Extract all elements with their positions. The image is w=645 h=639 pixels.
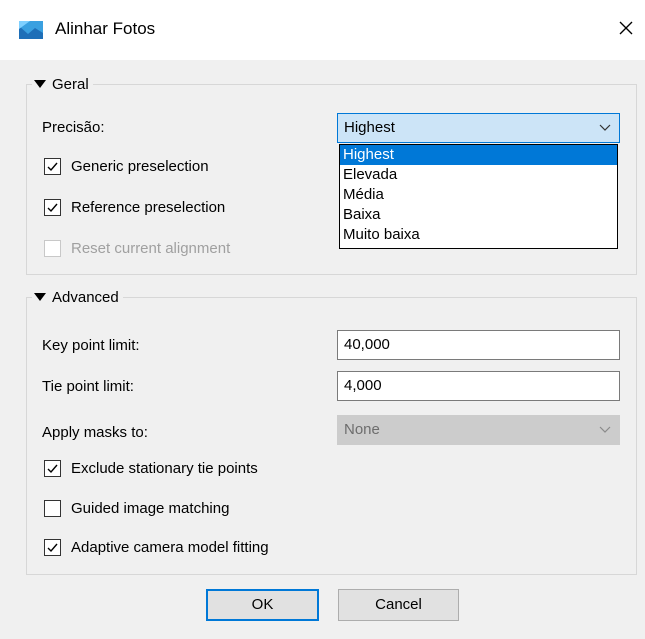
adaptive-fitting-checkbox[interactable]: Adaptive camera model fitting: [44, 536, 269, 558]
close-button[interactable]: [612, 14, 640, 42]
apply-masks-label: Apply masks to:: [42, 424, 148, 441]
general-group-header[interactable]: Geral: [32, 74, 93, 94]
adaptive-fitting-label: Adaptive camera model fitting: [71, 538, 269, 556]
guided-matching-label: Guided image matching: [71, 499, 230, 517]
dropdown-option[interactable]: Média: [340, 185, 617, 205]
generic-preselection-label: Generic preselection: [71, 157, 209, 175]
chevron-down-icon: [599, 124, 611, 131]
checkmark-icon: [47, 203, 58, 212]
checkbox-box[interactable]: [44, 157, 61, 175]
tie-point-limit-input[interactable]: 4,000: [337, 371, 620, 401]
general-group-title: Geral: [52, 75, 89, 93]
photoscan-icon: [19, 21, 43, 39]
close-icon: [619, 21, 633, 35]
precision-dropdown-list: Highest Elevada Média Baixa Muito baixa: [339, 144, 618, 249]
checkbox-box[interactable]: [44, 538, 61, 556]
reference-preselection-label: Reference preselection: [71, 198, 226, 216]
dropdown-option[interactable]: Baixa: [340, 205, 617, 225]
checkmark-icon: [47, 543, 58, 552]
checkmark-icon: [47, 162, 58, 171]
tie-point-limit-label: Tie point limit:: [42, 378, 134, 395]
checkbox-box: [44, 239, 61, 257]
advanced-group-title: Advanced: [52, 288, 119, 306]
guided-matching-checkbox[interactable]: Guided image matching: [44, 497, 229, 519]
dropdown-option[interactable]: Elevada: [340, 165, 617, 185]
precision-select[interactable]: Highest: [337, 113, 620, 143]
checkmark-icon: [47, 464, 58, 473]
checkbox-box[interactable]: [44, 459, 61, 477]
apply-masks-select: None: [337, 415, 620, 445]
ok-button[interactable]: OK: [206, 589, 319, 621]
collapse-triangle-icon: [34, 80, 46, 88]
collapse-triangle-icon: [34, 293, 46, 301]
apply-masks-select-value: None: [344, 421, 380, 438]
reference-preselection-checkbox[interactable]: Reference preselection: [44, 196, 225, 218]
reset-alignment-label: Reset current alignment: [71, 239, 231, 257]
checkbox-box[interactable]: [44, 198, 61, 216]
dropdown-option[interactable]: Highest: [340, 145, 617, 165]
window-title: Alinhar Fotos: [55, 19, 156, 38]
checkbox-box[interactable]: [44, 499, 61, 517]
title-bar: Alinhar Fotos: [0, 0, 645, 60]
advanced-group-header[interactable]: Advanced: [32, 287, 123, 307]
key-point-limit-label: Key point limit:: [42, 337, 140, 354]
dropdown-option[interactable]: Muito baixa: [340, 225, 617, 245]
exclude-stationary-checkbox[interactable]: Exclude stationary tie points: [44, 457, 258, 479]
reset-alignment-checkbox: Reset current alignment: [44, 237, 230, 259]
cancel-button[interactable]: Cancel: [338, 589, 459, 621]
key-point-limit-input[interactable]: 40,000: [337, 330, 620, 360]
generic-preselection-checkbox[interactable]: Generic preselection: [44, 155, 209, 177]
exclude-stationary-label: Exclude stationary tie points: [71, 459, 258, 477]
precision-label: Precisão:: [42, 119, 105, 136]
precision-select-value: Highest: [344, 119, 395, 136]
chevron-down-icon: [599, 426, 611, 433]
